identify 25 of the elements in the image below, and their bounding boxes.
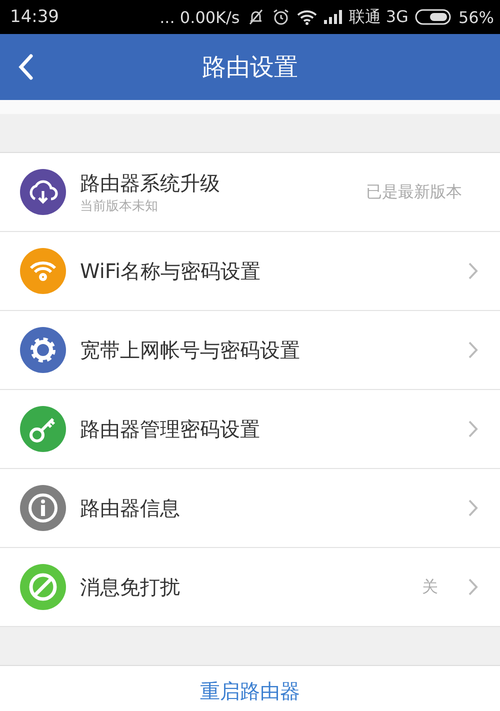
network-speed: ... 0.00K/s <box>160 8 240 26</box>
muted-bell-icon <box>246 8 265 26</box>
row-title: WiFi名称与密码设置 <box>80 258 262 284</box>
settings-row[interactable]: 宽带上网帐号与密码设置 <box>0 311 500 390</box>
settings-row[interactable]: 路由器信息 <box>0 469 500 548</box>
row-title: 路由器信息 <box>80 494 181 522</box>
cell-signal-icon <box>324 10 342 24</box>
row-value: 已是最新版本 <box>366 182 462 202</box>
settings-row[interactable]: 路由器系统升级 当前版本未知 已是最新版本 <box>0 153 500 232</box>
settings-row[interactable]: WiFi名称与密码设置 <box>0 232 500 311</box>
page-title: 路由设置 <box>202 52 298 83</box>
row-title: 路由器管理密码设置 <box>80 416 261 442</box>
wifi-signal-icon <box>296 9 317 25</box>
battery-percent: 56% <box>458 8 494 26</box>
settings-row[interactable]: 路由器管理密码设置 <box>0 390 500 469</box>
clock-time: 14:39 <box>10 7 59 27</box>
battery-icon <box>415 9 452 25</box>
row-title: 宽带上网帐号与密码设置 <box>80 336 301 364</box>
row-subtitle: 当前版本未知 <box>80 198 159 214</box>
carrier-label: 联通 3G <box>348 6 408 28</box>
row-title: 消息免打扰 <box>80 574 181 600</box>
alarm-icon <box>272 8 290 26</box>
restart-router-button[interactable]: 重启路由器 <box>188 672 312 711</box>
row-title: 路由器系统升级 <box>80 170 221 196</box>
row-value: 关 <box>422 576 438 598</box>
